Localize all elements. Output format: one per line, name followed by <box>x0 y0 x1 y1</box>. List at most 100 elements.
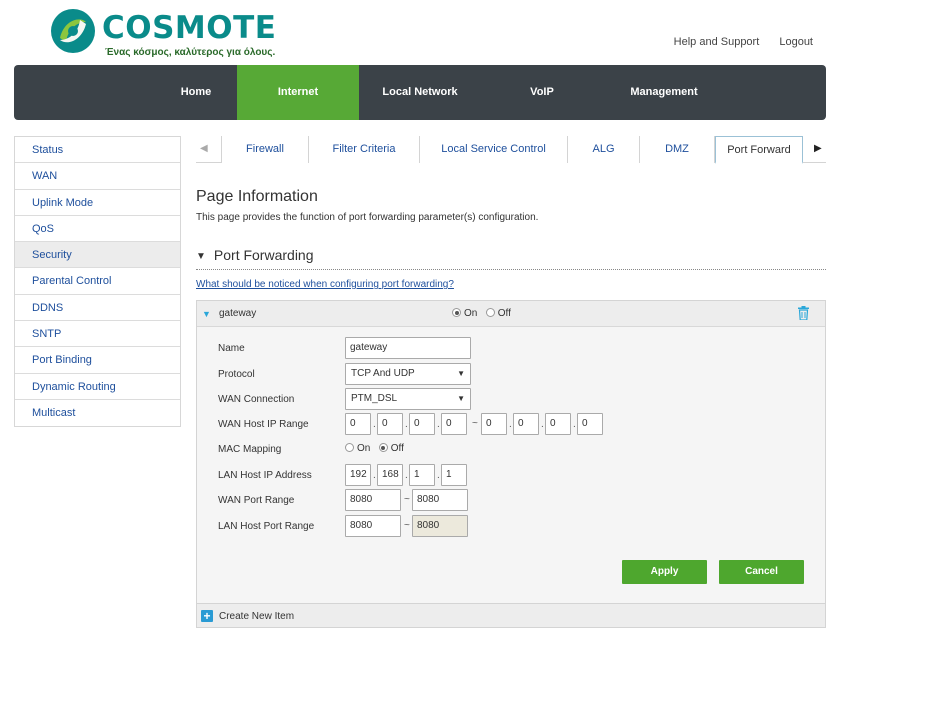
tab-port-forward[interactable]: Port Forward <box>715 136 803 164</box>
security-subtabs: ◀ Firewall Filter Criteria Local Service… <box>196 136 826 164</box>
entry-off-label: Off <box>497 308 511 319</box>
name-input[interactable]: gateway <box>345 337 471 359</box>
sidebar-item-dynamic-routing[interactable]: Dynamic Routing <box>15 374 180 400</box>
tab-scroll-left-icon[interactable]: ◀ <box>200 143 208 154</box>
sidebar-item-sntp[interactable]: SNTP <box>15 321 180 348</box>
nav-voip[interactable]: VoIP <box>481 65 603 120</box>
entry-name: gateway <box>219 308 257 319</box>
wan-port-end-input[interactable]: 8080 <box>412 489 468 511</box>
entry-enable-toggle: On Off <box>452 308 511 319</box>
nav-management[interactable]: Management <box>603 65 725 120</box>
sidebar-item-port-binding[interactable]: Port Binding <box>15 347 180 374</box>
ip-dot: . <box>437 419 440 430</box>
sidebar-item-ddns[interactable]: DDNS <box>15 295 180 322</box>
mac-on-label: On <box>357 443 371 454</box>
range-separator: ~ <box>404 494 410 505</box>
cancel-button[interactable]: Cancel <box>719 560 804 584</box>
entry-off-radio[interactable] <box>485 308 495 317</box>
lan-ip-octet-4[interactable]: 1 <box>441 464 467 486</box>
tab-local-service-control[interactable]: Local Service Control <box>419 136 567 163</box>
top-links: Help and Support Logout <box>657 36 813 48</box>
sidebar-item-parental-control[interactable]: Parental Control <box>15 268 180 295</box>
port-forward-form: Name gateway Protocol TCP And UDP ▼ WAN … <box>197 327 825 603</box>
section-title: Port Forwarding <box>213 247 314 263</box>
protocol-selected: TCP And UDP <box>351 368 415 379</box>
chevron-down-icon: ▼ <box>457 394 465 403</box>
ip-dot: . <box>437 470 440 481</box>
sidebar-item-status[interactable]: Status <box>15 137 180 164</box>
main-nav: Home Internet Local Network VoIP Managem… <box>14 65 826 120</box>
wan-port-start-input[interactable]: 8080 <box>345 489 401 511</box>
wan-host-ip-label: WAN Host IP Range <box>218 419 309 430</box>
apply-button[interactable]: Apply <box>622 560 707 584</box>
wan-ip-start-octet-1[interactable]: 0 <box>345 413 371 435</box>
ip-dot: . <box>405 470 408 481</box>
wan-ip-start-octet-2[interactable]: 0 <box>377 413 403 435</box>
wan-port-range-label: WAN Port Range <box>218 495 295 506</box>
range-separator: ~ <box>404 520 410 531</box>
section-header[interactable]: ▼ Port Forwarding <box>196 247 826 270</box>
wan-ip-end-octet-3[interactable]: 0 <box>545 413 571 435</box>
wan-ip-end-octet-2[interactable]: 0 <box>513 413 539 435</box>
wan-ip-end-octet-4[interactable]: 0 <box>577 413 603 435</box>
sidebar-item-uplink-mode[interactable]: Uplink Mode <box>15 190 180 216</box>
entry-header[interactable]: ▼ gateway On Off <box>197 301 825 327</box>
tab-dmz[interactable]: DMZ <box>639 136 715 163</box>
mac-mapping-label: MAC Mapping <box>218 444 282 455</box>
ip-dot: . <box>373 419 376 430</box>
create-new-item-label: Create New Item <box>219 611 295 622</box>
logout-link[interactable]: Logout <box>779 36 813 48</box>
tab-filter-criteria[interactable]: Filter Criteria <box>308 136 419 163</box>
ip-dot: . <box>573 419 576 430</box>
wan-connection-label: WAN Connection <box>218 394 295 405</box>
entry-on-label: On <box>464 308 478 319</box>
ip-dot: . <box>541 419 544 430</box>
cosmote-logo: COSMOTE Ένας κόσμος, καλύτερος για όλους… <box>50 6 276 62</box>
brand-tagline: Ένας κόσμος, καλύτερος για όλους. <box>105 47 276 58</box>
ip-dot: . <box>405 419 408 430</box>
wan-ip-start-octet-3[interactable]: 0 <box>409 413 435 435</box>
page-title: Page Information <box>196 188 318 205</box>
mac-off-label: Off <box>390 443 404 454</box>
help-support-link[interactable]: Help and Support <box>674 36 760 48</box>
sidebar: Status WAN Uplink Mode QoS Security Pare… <box>14 136 181 428</box>
sidebar-item-security[interactable]: Security <box>15 242 180 269</box>
sidebar-item-multicast[interactable]: Multicast <box>15 400 180 426</box>
expand-triangle-icon[interactable]: ▼ <box>202 309 211 319</box>
page-description: This page provides the function of port … <box>196 212 539 223</box>
ip-dot: . <box>373 470 376 481</box>
entry-on-radio[interactable] <box>452 308 461 317</box>
brand-name: COSMOTE <box>102 10 277 46</box>
mac-on-radio[interactable] <box>345 443 354 452</box>
ip-dot: . <box>509 419 512 430</box>
create-new-item-row[interactable]: + Create New Item <box>197 603 825 627</box>
wan-connection-select[interactable]: PTM_DSL ▼ <box>345 388 471 410</box>
collapse-triangle-icon: ▼ <box>196 251 206 262</box>
lan-port-start-input[interactable]: 8080 <box>345 515 401 537</box>
lan-ip-octet-3[interactable]: 1 <box>409 464 435 486</box>
notice-help-link[interactable]: What should be noticed when configuring … <box>196 279 454 290</box>
nav-internet[interactable]: Internet <box>237 65 359 120</box>
name-label: Name <box>218 343 245 354</box>
sidebar-item-wan[interactable]: WAN <box>15 163 180 190</box>
lan-port-end-input: 8080 <box>412 515 468 537</box>
nav-home[interactable]: Home <box>152 65 240 120</box>
mac-mapping-toggle: On Off <box>345 443 404 454</box>
tab-alg[interactable]: ALG <box>567 136 639 163</box>
plus-icon[interactable]: + <box>201 610 213 622</box>
lan-ip-octet-2[interactable]: 168 <box>377 464 403 486</box>
delete-trash-icon[interactable] <box>798 306 809 320</box>
nav-local-network[interactable]: Local Network <box>359 65 481 120</box>
tab-firewall[interactable]: Firewall <box>221 136 308 163</box>
wan-ip-end-octet-1[interactable]: 0 <box>481 413 507 435</box>
chevron-down-icon: ▼ <box>457 369 465 378</box>
wan-connection-selected: PTM_DSL <box>351 393 398 404</box>
tab-scroll-right-icon[interactable]: ▶ <box>814 143 822 154</box>
protocol-label: Protocol <box>218 369 255 380</box>
lan-ip-octet-1[interactable]: 192 <box>345 464 371 486</box>
mac-off-radio[interactable] <box>378 443 388 452</box>
protocol-select[interactable]: TCP And UDP ▼ <box>345 363 471 385</box>
wan-ip-start-octet-4[interactable]: 0 <box>441 413 467 435</box>
sidebar-item-qos[interactable]: QoS <box>15 216 180 243</box>
range-separator: ~ <box>472 418 478 429</box>
